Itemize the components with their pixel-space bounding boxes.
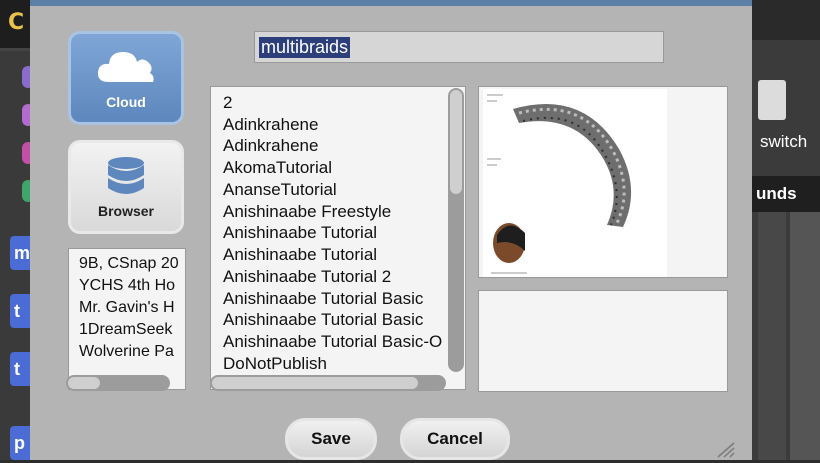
scroll-thumb[interactable] <box>212 377 418 389</box>
list-item[interactable]: Adinkrahene <box>223 115 318 135</box>
list-item[interactable]: 2 <box>223 93 232 113</box>
list-item[interactable]: Adinkrahene <box>223 136 318 156</box>
groups-list[interactable]: 9B, CSnap 20 YCHS 4th Ho Mr. Gavin's H 1… <box>68 248 186 390</box>
project-thumbnail-image <box>483 89 667 277</box>
list-item[interactable]: Anishinaabe Tutorial Basic <box>223 289 423 309</box>
project-list-horizontal-scrollbar[interactable] <box>210 375 446 391</box>
list-item[interactable]: DoNotPublish <box>223 354 327 374</box>
background-stage-header <box>752 0 820 40</box>
browser-source-label: Browser <box>97 203 155 219</box>
project-thumbnail-panel <box>478 86 728 278</box>
dialog-title-bar[interactable] <box>30 0 752 6</box>
project-list-vertical-scrollbar[interactable] <box>448 88 464 372</box>
list-item[interactable]: AkomaTutorial <box>223 158 332 178</box>
project-list[interactable]: 2 Adinkrahene Adinkrahene AkomaTutorial … <box>210 86 466 390</box>
list-item[interactable]: Anishinaabe Tutorial <box>223 223 377 243</box>
background-panel <box>758 212 786 460</box>
background-divider <box>0 48 30 51</box>
list-item[interactable]: Anishinaabe Tutorial <box>223 245 377 265</box>
groups-horizontal-scrollbar[interactable] <box>66 375 170 391</box>
cloud-source-label: Cloud <box>106 94 146 110</box>
list-item[interactable]: 9B, CSnap 20 <box>79 255 179 273</box>
project-name-text: multibraids <box>259 37 351 58</box>
list-item[interactable]: AnanseTutorial <box>223 180 337 200</box>
list-item[interactable]: Anishinaabe Tutorial Basic <box>223 310 423 330</box>
app-logo: C <box>8 10 25 35</box>
list-item[interactable]: Anishinaabe Tutorial 2 <box>223 267 391 287</box>
list-item[interactable]: Anishinaabe Tutorial Basic-O <box>223 332 442 352</box>
list-item[interactable]: YCHS 4th Ho <box>79 277 175 295</box>
background-panel <box>790 212 820 460</box>
scroll-thumb[interactable] <box>68 377 100 389</box>
project-name-input[interactable]: multibraids <box>254 31 664 63</box>
database-icon <box>71 155 181 204</box>
list-item[interactable]: Anishinaabe Freestyle <box>223 202 391 222</box>
list-item[interactable]: Mr. Gavin's H <box>79 299 175 317</box>
switch-label[interactable]: switch <box>760 132 807 152</box>
cloud-source-button[interactable]: Cloud <box>68 31 184 125</box>
list-item[interactable]: Wolverine Pa <box>79 343 174 361</box>
cloud-icon <box>71 46 181 91</box>
project-notes-field[interactable] <box>478 290 728 392</box>
save-button[interactable]: Save <box>285 418 377 460</box>
cancel-button[interactable]: Cancel <box>400 418 510 460</box>
resize-handle-icon[interactable] <box>712 440 736 458</box>
scroll-thumb[interactable] <box>450 90 462 194</box>
browser-source-button[interactable]: Browser <box>68 140 184 234</box>
stage-thumbnail[interactable] <box>758 80 786 120</box>
list-item[interactable]: 1DreamSeek <box>79 321 172 339</box>
sounds-tab[interactable]: unds <box>752 176 820 212</box>
